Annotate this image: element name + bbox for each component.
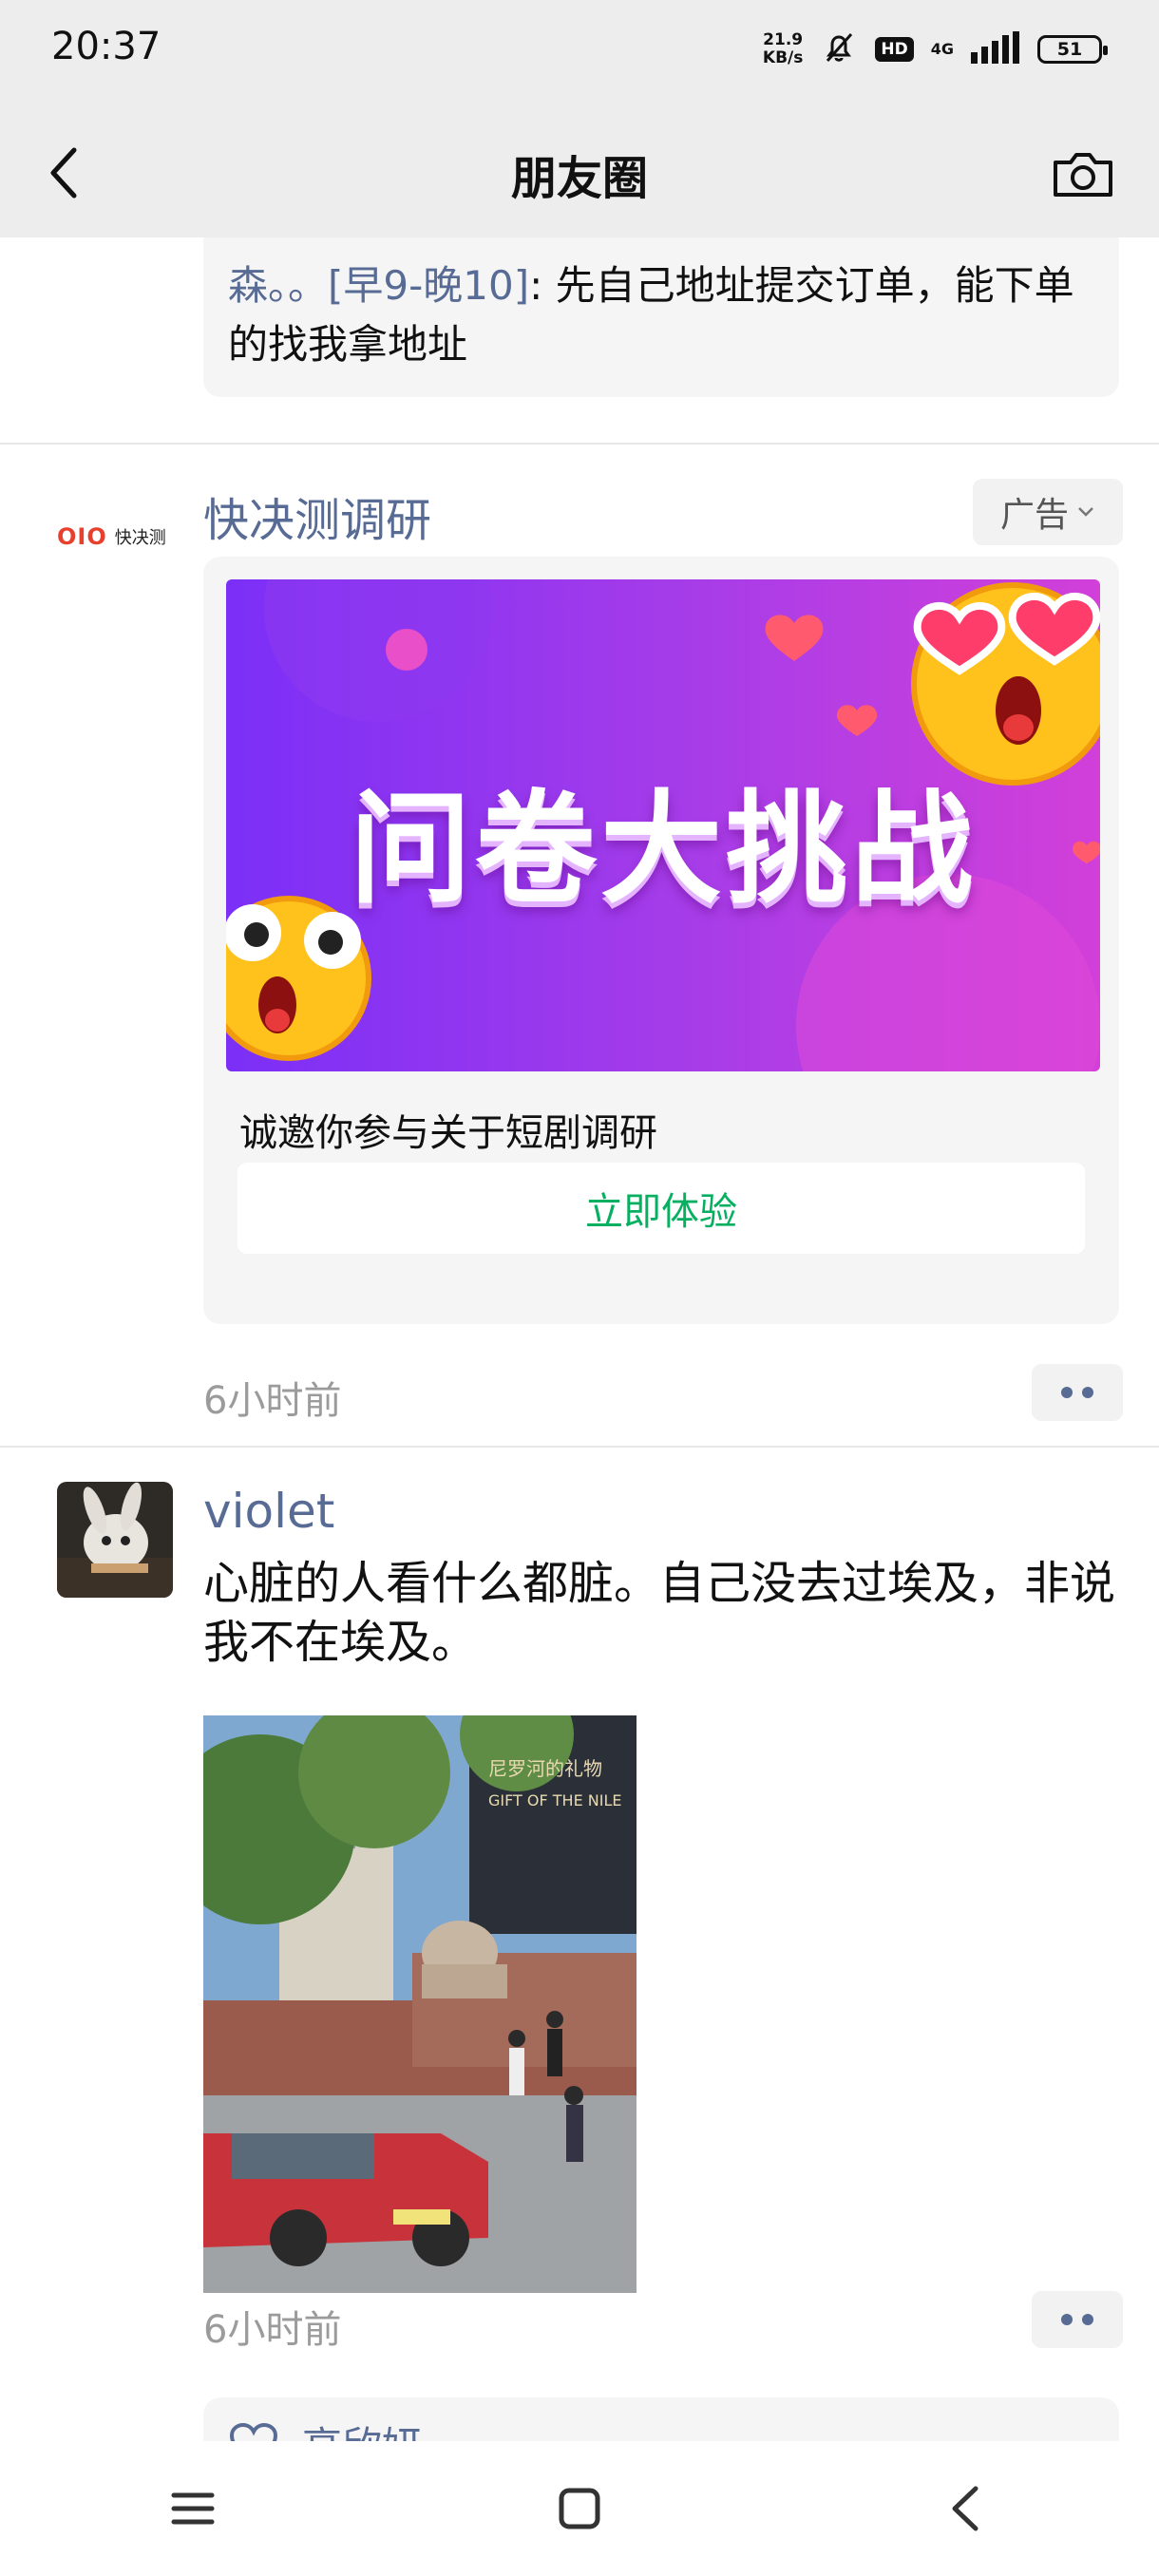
more-dot-icon — [1061, 1387, 1073, 1398]
status-icons: 21.9 KB/s HD 4G 51 — [763, 28, 1108, 70]
likes-box: 高欣妍 — [203, 2397, 1119, 2441]
post-more-button[interactable] — [1032, 2291, 1123, 2348]
moments-feed[interactable]: 森。。[早9-晚10]: 先自己地址提交订单，能下单的找我拿地址 OIO 快决测… — [0, 237, 1159, 2441]
page-title: 朋友圈 — [510, 152, 648, 205]
menu-icon — [171, 2492, 215, 2525]
avatar-image — [57, 1482, 173, 1598]
ad-description: 诚邀你参与关于短剧调研 — [239, 1111, 657, 1155]
like-user-name[interactable]: 高欣妍 — [302, 2415, 422, 2441]
nav-home-button[interactable] — [537, 2466, 622, 2551]
camera-button[interactable] — [1045, 141, 1121, 207]
ad-more-button[interactable] — [1032, 1364, 1123, 1421]
post-text: 心脏的人看什么都脏。自己没去过埃及，非说我不在埃及。 — [203, 1557, 1116, 1669]
status-time: 20:37 — [51, 25, 162, 68]
more-dot-icon — [1061, 2314, 1073, 2325]
heart-outline-icon — [229, 2422, 278, 2441]
system-nav-bar — [0, 2441, 1159, 2576]
more-dot-icon — [1082, 1387, 1093, 1398]
back-triangle-icon — [952, 2486, 978, 2531]
ad-badge-label: 广告 — [999, 496, 1069, 535]
logo-name: 快决测 — [114, 528, 166, 548]
comment-box: 森。。[早9-晚10]: 先自己地址提交订单，能下单的找我拿地址 — [203, 237, 1119, 397]
avatar[interactable] — [57, 1482, 173, 1598]
network-speed-unit: KB/s — [762, 48, 804, 67]
post-timestamp: 6小时前 — [203, 2308, 342, 2352]
hd-badge: HD — [875, 37, 914, 62]
advertiser-logo[interactable]: OIO 快决测 — [57, 522, 175, 551]
banner-headline: 问卷大挑战 — [349, 779, 977, 920]
header: 朋友圈 — [0, 103, 1159, 237]
camera-icon — [1054, 153, 1112, 197]
nav-back-button[interactable] — [923, 2466, 1009, 2551]
post-divider — [0, 443, 1159, 445]
nav-menu-button[interactable] — [150, 2466, 236, 2551]
bell-muted-icon — [820, 28, 858, 70]
network-type: 4G — [930, 40, 954, 58]
battery-icon: 51 — [1037, 35, 1108, 64]
photo-caption: 尼罗河的礼物 — [488, 1757, 602, 1780]
ad-badge[interactable]: 广告 — [973, 479, 1123, 545]
ad-timestamp: 6小时前 — [203, 1379, 342, 1423]
post-photo[interactable]: 尼罗河的礼物 GIFT OF THE NILE — [203, 1715, 636, 2293]
photo-sign-text: GIFT OF THE NILE — [488, 1791, 622, 1809]
post-author[interactable]: violet — [203, 1484, 334, 1539]
chevron-down-icon — [1078, 507, 1093, 517]
post-divider — [0, 1446, 1159, 1448]
logo-mark: OIO — [57, 523, 107, 550]
ad-banner[interactable]: 问卷大挑战 — [226, 579, 1100, 1071]
ad-cta-button[interactable]: 立即体验 — [238, 1163, 1085, 1254]
network-speed: 21.9 KB/s — [763, 31, 803, 67]
ad-card[interactable]: 问卷大挑战 诚邀你参与关于短剧调研 立即体验 — [203, 557, 1119, 1324]
signal-icon — [971, 31, 1020, 67]
advertiser-name[interactable]: 快决测调研 — [203, 483, 431, 549]
network-speed-value: 21.9 — [763, 30, 804, 49]
more-dot-icon — [1082, 2314, 1093, 2325]
status-bar: 20:37 21.9 KB/s HD 4G 51 — [0, 0, 1159, 103]
comment-author[interactable]: 森。。[早9-晚10] — [228, 262, 529, 309]
home-square-icon — [559, 2488, 600, 2529]
